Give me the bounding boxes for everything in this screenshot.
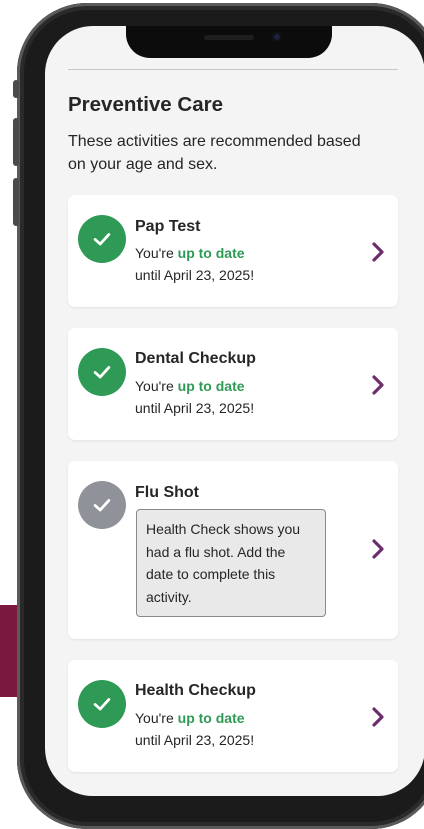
activity-status: You're up to date until April 23, 2025! (135, 378, 255, 416)
status-highlight: up to date (177, 245, 245, 261)
phone-volume-down-button (13, 178, 19, 226)
activity-card-health-checkup[interactable]: Health Checkup You're up to date until A… (68, 660, 398, 772)
activity-card-flu-shot[interactable]: Flu Shot Health Check shows you had a fl… (68, 461, 398, 639)
check-circle-icon (78, 680, 126, 728)
phone-mute-switch (13, 80, 19, 98)
activity-status: You're up to date until April 23, 2025! (135, 710, 255, 748)
phone-notch (126, 26, 332, 58)
activity-card-pap-test[interactable]: Pap Test You're up to date until April 2… (68, 195, 398, 307)
activity-title: Health Checkup (135, 682, 256, 699)
check-circle-icon (78, 481, 126, 529)
status-highlight: up to date (177, 710, 245, 726)
chevron-right-icon[interactable] (370, 374, 386, 396)
chevron-right-icon[interactable] (370, 241, 386, 263)
phone-screen: Preventive Care These activities are rec… (45, 26, 424, 796)
front-camera (272, 32, 282, 42)
header-divider (68, 69, 398, 70)
page-subtitle: These activities are recommended based o… (68, 133, 361, 173)
activity-title: Flu Shot (135, 484, 199, 501)
activity-title: Dental Checkup (135, 350, 256, 367)
phone-volume-up-button (13, 118, 19, 166)
page-title: Preventive Care (68, 93, 223, 116)
speaker-grille (204, 35, 254, 40)
chevron-right-icon[interactable] (370, 706, 386, 728)
activity-status: You're up to date until April 23, 2025! (135, 245, 255, 283)
status-highlight: up to date (177, 378, 245, 394)
check-circle-icon (78, 348, 126, 396)
activity-title: Pap Test (135, 218, 201, 235)
chevron-right-icon[interactable] (370, 538, 386, 560)
check-circle-icon (78, 215, 126, 263)
flu-shot-note: Health Check shows you had a flu shot. A… (136, 509, 326, 617)
activity-card-dental-checkup[interactable]: Dental Checkup You're up to date until A… (68, 328, 398, 440)
